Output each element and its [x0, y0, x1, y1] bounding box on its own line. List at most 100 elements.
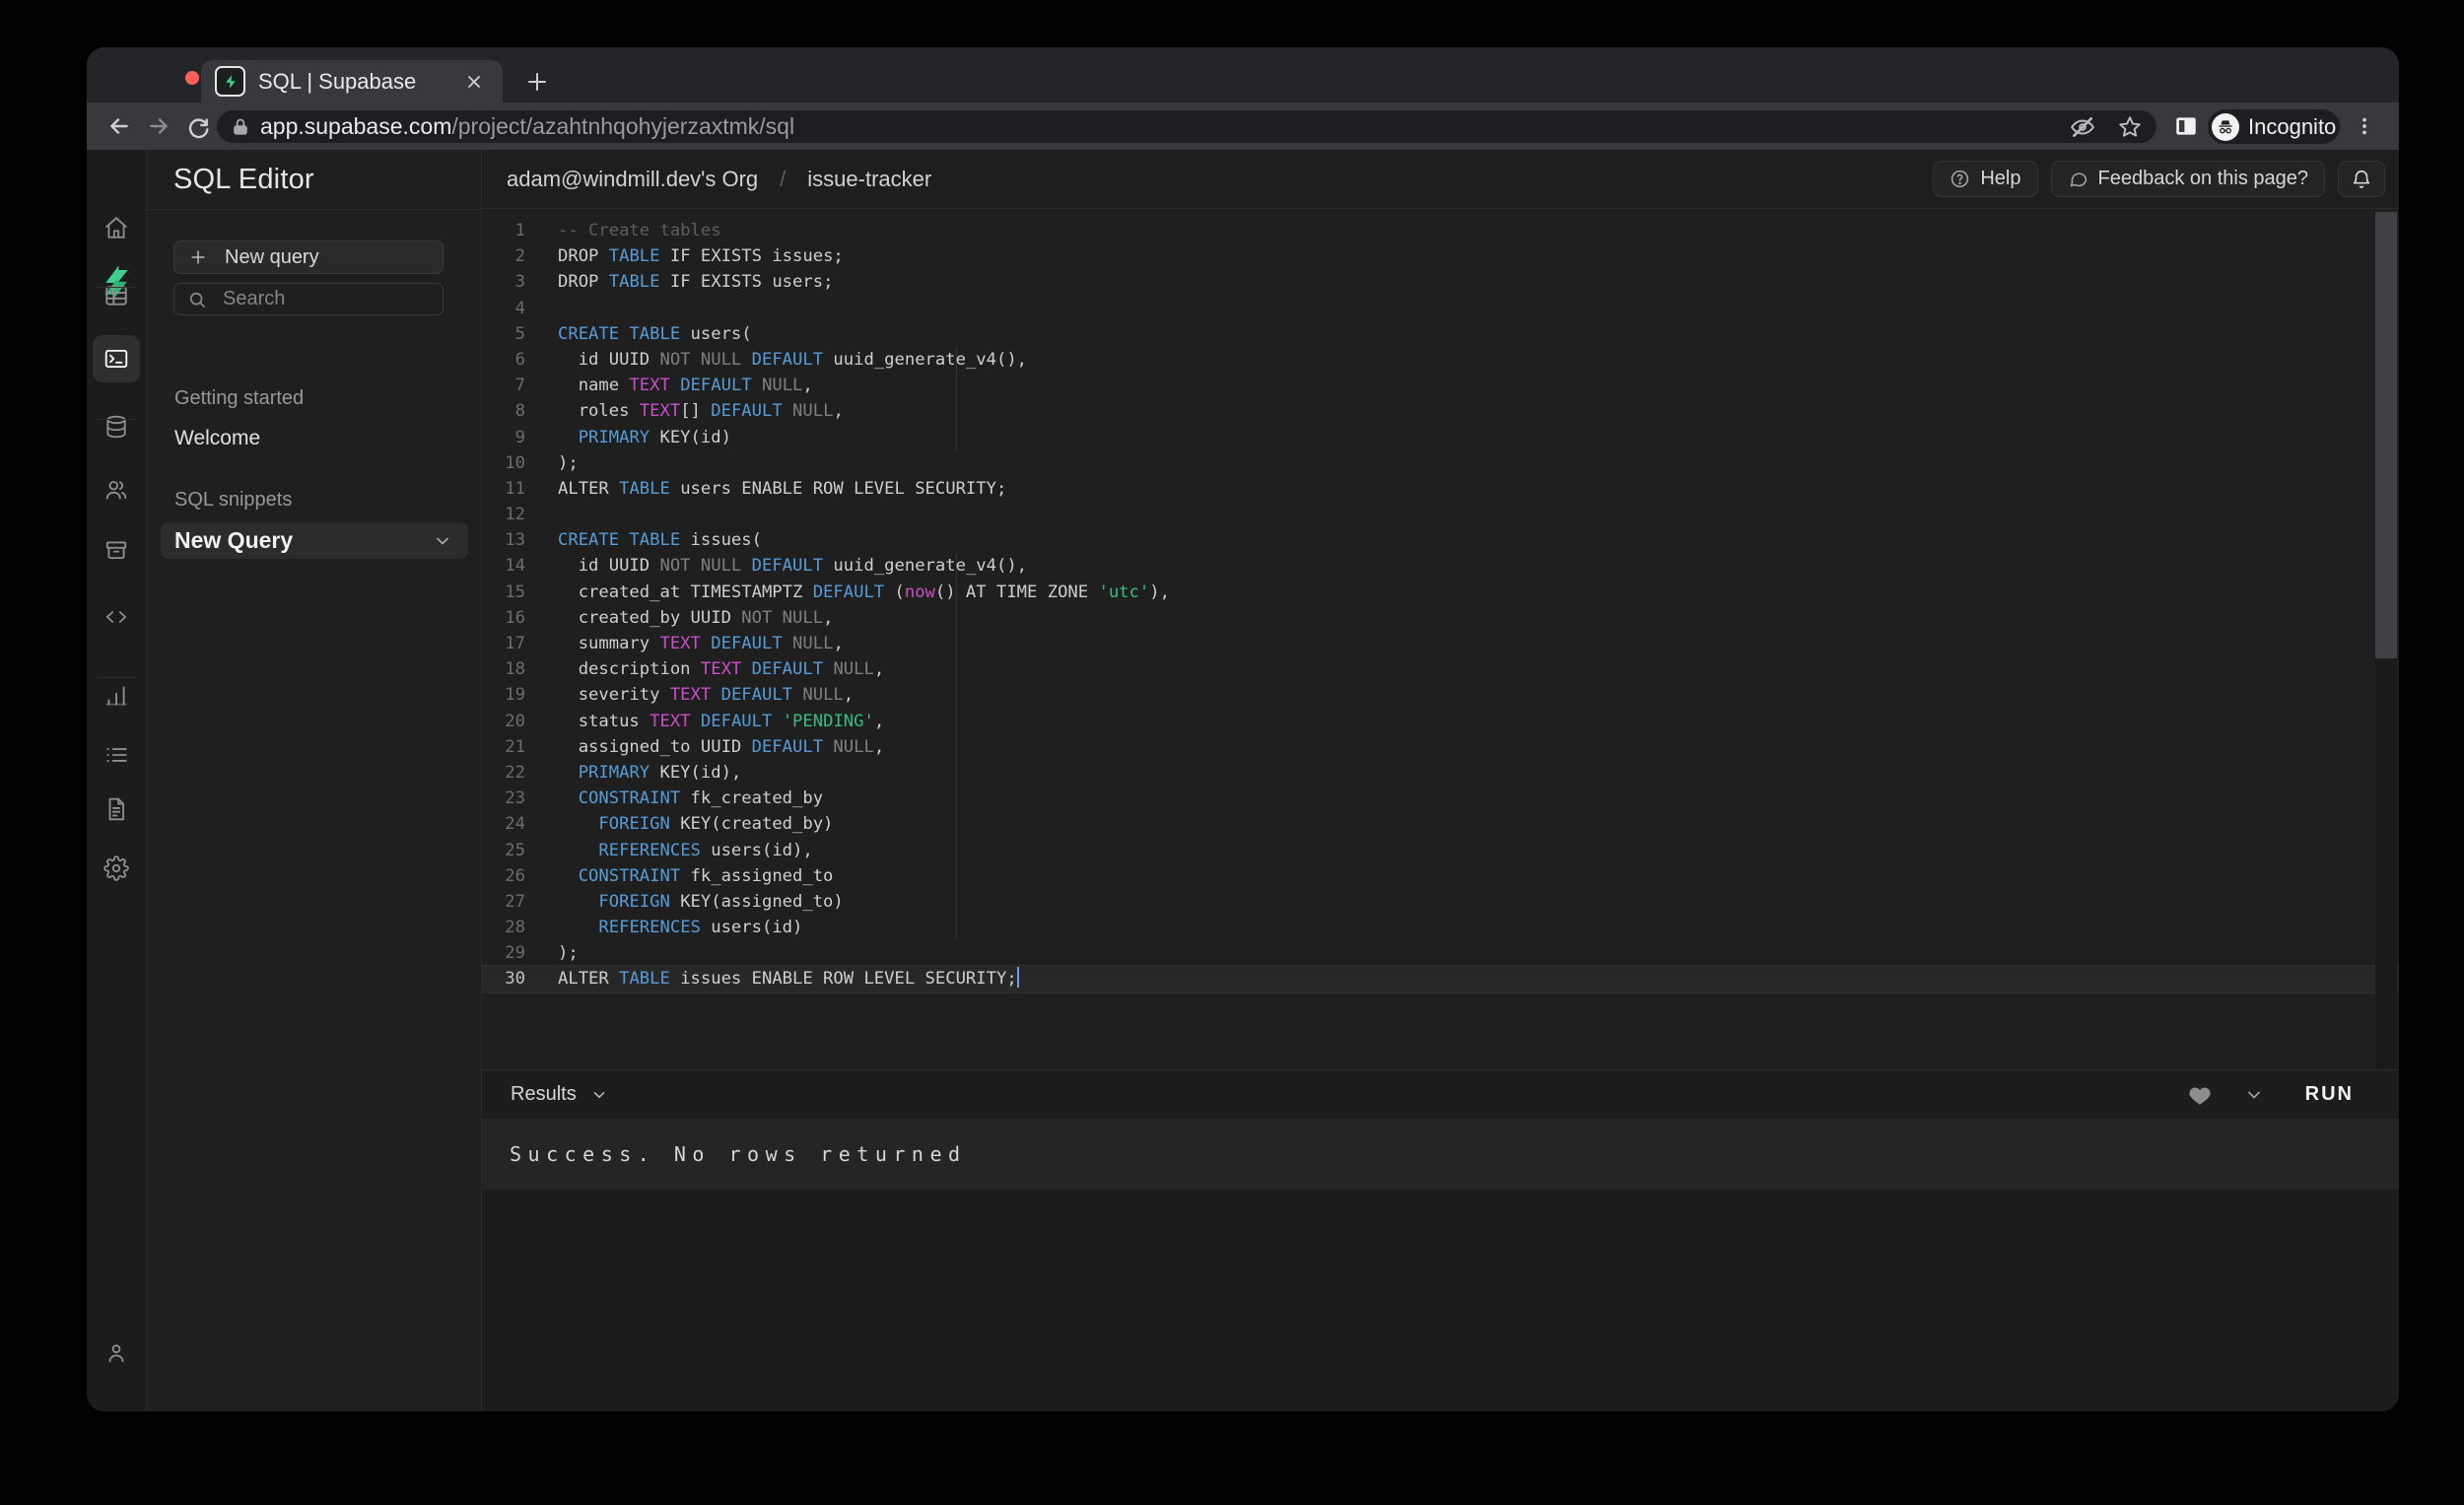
code-text: DROP TABLE IF EXISTS users;	[558, 269, 833, 295]
line-number: 26	[482, 863, 525, 889]
nav-logs[interactable]	[93, 731, 140, 779]
code-line-10[interactable]: 10);	[482, 450, 2399, 476]
nav-account[interactable]	[93, 1330, 140, 1377]
new-query-button[interactable]: New query	[173, 240, 444, 274]
results-empty-area	[482, 1190, 2399, 1411]
plus-icon	[188, 247, 208, 267]
results-dropdown[interactable]: Results	[511, 1083, 2187, 1106]
code-line-1[interactable]: 1-- Create tables	[482, 218, 2399, 243]
code-line-16[interactable]: 16 created_by UUID NOT NULL,	[482, 605, 2399, 631]
line-number: 10	[482, 450, 525, 476]
code-line-6[interactable]: 6 id UUID NOT NULL DEFAULT uuid_generate…	[482, 347, 2399, 373]
code-line-11[interactable]: 11ALTER TABLE users ENABLE ROW LEVEL SEC…	[482, 476, 2399, 502]
nav-sql-editor[interactable]	[93, 335, 140, 382]
run-options-button[interactable]	[2244, 1085, 2264, 1105]
code-line-13[interactable]: 13CREATE TABLE issues(	[482, 527, 2399, 553]
run-button[interactable]: RUN	[2305, 1083, 2354, 1106]
line-number: 2	[482, 243, 525, 269]
code-line-3[interactable]: 3 DROP TABLE IF EXISTS users;	[482, 269, 2399, 295]
code-line-4[interactable]: 4	[482, 296, 2399, 321]
line-number: 3	[482, 269, 525, 295]
side-panel-icon[interactable]	[2173, 113, 2199, 139]
lock-icon	[231, 117, 250, 137]
code-line-20[interactable]: 20 status TEXT DEFAULT 'PENDING',	[482, 709, 2399, 734]
breadcrumb-project[interactable]: issue-tracker	[807, 167, 931, 192]
code-line-2[interactable]: 2DROP TABLE IF EXISTS issues;	[482, 243, 2399, 269]
code-line-21[interactable]: 21 assigned_to UUID DEFAULT NULL,	[482, 734, 2399, 760]
browser-tab[interactable]: SQL | Supabase	[201, 60, 503, 103]
code-line-19[interactable]: 19 severity TEXT DEFAULT NULL,	[482, 682, 2399, 708]
editor-scrollbar-thumb[interactable]	[2375, 212, 2397, 658]
chevron-down-icon[interactable]	[433, 531, 452, 551]
code-line-26[interactable]: 26 CONSTRAINT fk_assigned_to	[482, 863, 2399, 889]
notifications-button[interactable]	[2338, 161, 2385, 197]
nav-storage[interactable]	[93, 526, 140, 574]
sidebar-item-welcome[interactable]: Welcome	[174, 427, 260, 450]
user-icon	[103, 1340, 129, 1366]
line-number: 16	[482, 605, 525, 631]
code-line-9[interactable]: 9 PRIMARY KEY(id)	[482, 425, 2399, 450]
chevron-down-icon	[590, 1086, 608, 1104]
code-line-8[interactable]: 8 roles TEXT[] DEFAULT NULL,	[482, 398, 2399, 424]
line-number: 8	[482, 398, 525, 424]
line-number: 21	[482, 734, 525, 760]
code-line-5[interactable]: 5CREATE TABLE users(	[482, 321, 2399, 347]
nav-docs[interactable]	[93, 786, 140, 833]
favorite-button[interactable]	[2187, 1082, 2213, 1108]
nav-reports[interactable]	[93, 672, 140, 719]
code-line-28[interactable]: 28 REFERENCES users(id)	[482, 915, 2399, 940]
sidebar-item-new-query[interactable]: New Query	[161, 522, 468, 559]
line-number: 6	[482, 347, 525, 373]
incognito-icon	[2212, 113, 2239, 141]
help-label: Help	[1980, 168, 2020, 190]
code-line-12[interactable]: 12	[482, 502, 2399, 527]
code-line-23[interactable]: 23 CONSTRAINT fk_created_by	[482, 786, 2399, 811]
code-line-15[interactable]: 15 created_at TIMESTAMPTZ DEFAULT (now()…	[482, 580, 2399, 605]
star-icon[interactable]	[2117, 114, 2143, 140]
nav-edge-functions[interactable]	[93, 593, 140, 641]
supabase-favicon-icon	[215, 66, 245, 97]
window-close-button[interactable]	[185, 71, 199, 85]
code-line-25[interactable]: 25 REFERENCES users(id),	[482, 838, 2399, 863]
code-line-24[interactable]: 24 FOREIGN KEY(created_by)	[482, 811, 2399, 837]
code-line-18[interactable]: 18 description TEXT DEFAULT NULL,	[482, 656, 2399, 682]
code-line-27[interactable]: 27 FOREIGN KEY(assigned_to)	[482, 889, 2399, 915]
kebab-menu-icon[interactable]	[2354, 111, 2375, 141]
line-number: 14	[482, 553, 525, 579]
help-button[interactable]: Help	[1933, 161, 2037, 197]
nav-home[interactable]	[93, 204, 140, 251]
nav-settings[interactable]	[93, 845, 140, 892]
breadcrumb: adam@windmill.dev's Org / issue-tracker	[507, 167, 1920, 192]
plus-icon[interactable]	[520, 65, 554, 99]
page-title: SQL Editor	[173, 164, 314, 196]
line-number: 17	[482, 631, 525, 656]
line-number: 15	[482, 580, 525, 605]
forward-icon[interactable]	[146, 113, 171, 139]
code-line-14[interactable]: 14 id UUID NOT NULL DEFAULT uuid_generat…	[482, 553, 2399, 579]
search-input[interactable]: Search	[173, 283, 444, 315]
nav-table-editor[interactable]	[93, 272, 140, 319]
eye-off-icon[interactable]	[2070, 114, 2095, 140]
url-bar[interactable]: app.supabase.com/project/azahtnhqohyjerz…	[217, 110, 2156, 143]
chat-bubble-icon	[2068, 169, 2088, 189]
line-number: 19	[482, 682, 525, 708]
code-line-7[interactable]: 7 name TEXT DEFAULT NULL,	[482, 373, 2399, 398]
close-icon[interactable]	[459, 67, 489, 97]
nav-authentication[interactable]	[93, 466, 140, 513]
breadcrumb-org[interactable]: adam@windmill.dev's Org	[507, 167, 758, 192]
sql-code-editor[interactable]: 1-- Create tables2DROP TABLE IF EXISTS i…	[482, 210, 2399, 1069]
reload-icon[interactable]	[185, 113, 211, 139]
code-line-29[interactable]: 29);	[482, 940, 2399, 966]
nav-database[interactable]	[93, 403, 140, 450]
code-line-17[interactable]: 17 summary TEXT DEFAULT NULL,	[482, 631, 2399, 656]
code-text: description TEXT DEFAULT NULL,	[558, 656, 884, 682]
browser-toolbar: app.supabase.com/project/azahtnhqohyjerz…	[87, 103, 2399, 150]
feedback-button[interactable]: Feedback on this page?	[2051, 161, 2326, 197]
code-line-30[interactable]: 30ALTER TABLE issues ENABLE ROW LEVEL SE…	[482, 966, 2399, 992]
section-sql-snippets: SQL snippets	[174, 489, 292, 512]
back-icon[interactable]	[106, 113, 132, 139]
line-number: 25	[482, 838, 525, 863]
code-line-22[interactable]: 22 PRIMARY KEY(id),	[482, 760, 2399, 786]
code-text: -- Create tables	[558, 218, 721, 243]
terminal-icon	[103, 346, 129, 372]
